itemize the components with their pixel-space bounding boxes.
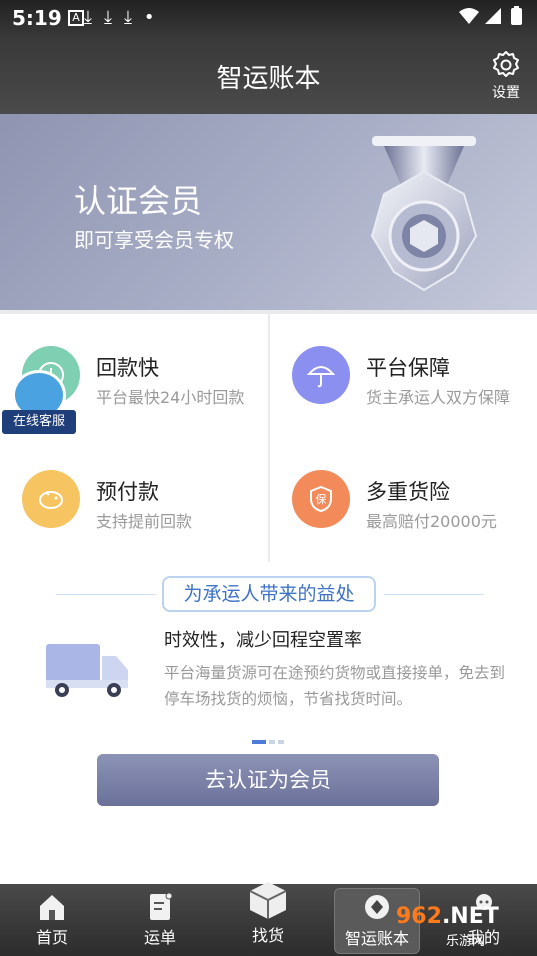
a-icon: A <box>68 10 84 26</box>
carousel-dot <box>278 740 284 744</box>
feature-desc: 货主承运人双方保障 <box>366 388 511 407</box>
feature-title: 回款快 <box>96 356 159 380</box>
settings-label: 设置 <box>492 85 520 101</box>
svg-text:保: 保 <box>316 492 327 506</box>
site-watermark: 962.NET 乐游网 <box>396 904 532 952</box>
truck-icon <box>46 644 128 697</box>
carousel-dot-active <box>252 740 266 744</box>
watermark-logo: 962.NET <box>396 904 499 929</box>
nav-home[interactable]: 首页 <box>12 892 92 948</box>
membership-banner[interactable]: 认证会员 即可享受会员专权 <box>0 114 537 310</box>
top-header: 5:19 A ⤓⤓⤓• 智运账本 设置 <box>0 0 537 114</box>
dot-icon: • <box>143 7 167 28</box>
status-bar: 5:19 A ⤓⤓⤓• <box>0 0 537 36</box>
benefits-title: 为承运人带来的益处 <box>162 576 376 612</box>
ledger-icon <box>365 895 389 919</box>
waybill-icon <box>150 892 173 920</box>
feature-desc: 最高赔付20000元 <box>366 512 497 531</box>
feature-title: 多重货险 <box>366 480 450 504</box>
feature-desc: 支持提前回款 <box>96 512 193 531</box>
cargo-box-icon <box>249 882 287 919</box>
nav-label: 首页 <box>35 928 68 947</box>
piggy-bank-icon <box>22 470 80 528</box>
status-time: 5:19 <box>12 6 62 30</box>
carousel-dot <box>269 740 275 744</box>
feature-desc: 平台最快24小时回款 <box>96 388 245 407</box>
download-icon: ⤓ <box>84 7 104 28</box>
feature-platform-guarantee[interactable]: 平台保障 货主承运人双方保障 <box>270 314 537 438</box>
wifi-signal-battery-icon <box>459 6 522 25</box>
nav-find-cargo[interactable]: 找货 <box>228 880 308 946</box>
feature-title: 平台保障 <box>366 356 450 380</box>
download-icon: ⤓ <box>103 7 124 28</box>
settings-button[interactable]: 设置 <box>489 50 523 102</box>
become-member-button[interactable]: 去认证为会员 <box>97 754 439 806</box>
feature-title: 预付款 <box>96 480 159 504</box>
umbrella-icon <box>292 346 350 404</box>
home-icon <box>40 895 64 920</box>
online-service-label: 在线客服 <box>2 410 76 434</box>
online-service-button[interactable]: 在线客服 <box>2 370 76 436</box>
page-title: 智运账本 <box>216 64 321 94</box>
benefit-description: 平台海量货源可在途预约货物或直接接单，免去到停车场找货的烦恼，节省找货时间。 <box>164 664 506 708</box>
divider <box>384 594 484 595</box>
download-icon: ⤓ <box>123 7 144 28</box>
gear-icon <box>493 51 519 77</box>
watermark-caption: 乐游网 <box>446 934 486 949</box>
insurance-icon: 保 <box>292 470 350 528</box>
banner-title: 认证会员 <box>74 182 203 220</box>
benefit-headline: 时效性，减少回程空置率 <box>164 630 362 651</box>
nav-label: 运单 <box>143 928 176 947</box>
medal-icon <box>370 136 478 292</box>
feature-insurance[interactable]: 保 多重货险 最高赔付20000元 <box>270 438 537 562</box>
divider <box>56 594 156 595</box>
nav-waybill[interactable]: 运单 <box>120 892 200 948</box>
nav-label: 找货 <box>251 926 284 945</box>
banner-subtitle: 即可享受会员专权 <box>74 228 234 252</box>
status-notification-icons: A ⤓⤓⤓• <box>68 7 167 28</box>
feature-prepayment[interactable]: 预付款 支持提前回款 <box>0 438 268 562</box>
status-right-icons <box>457 6 527 31</box>
feature-grid: 回款快 平台最快24小时回款 平台保障 货主承运人双方保障 预付款 支持提前回款… <box>0 310 537 562</box>
